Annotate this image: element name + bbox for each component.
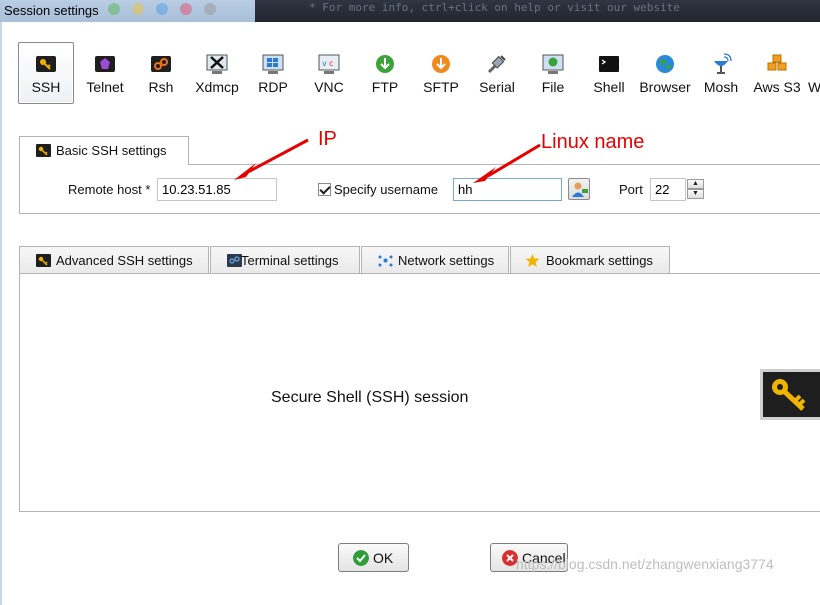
svg-text:c: c: [329, 59, 333, 68]
protocol-label: File: [541, 79, 565, 95]
shell-icon: [599, 56, 619, 72]
protocol-label: Shell: [593, 79, 625, 95]
protocol-mosh-button[interactable]: Mosh: [693, 42, 749, 104]
tab-label: Bookmark settings: [546, 253, 653, 268]
protocol-ssh-button[interactable]: SSH: [18, 42, 74, 104]
port-spinner[interactable]: ▲ ▼: [687, 179, 704, 200]
protocol-wsl-button[interactable]: W: [805, 42, 820, 104]
protocol-label: SFTP: [423, 79, 459, 95]
protocol-aws-s3-button[interactable]: Aws S3: [749, 42, 805, 104]
protocol-xdmcp-button[interactable]: Xdmcp: [189, 42, 245, 104]
key-icon: [36, 254, 51, 267]
protocol-shell-button[interactable]: Shell: [581, 42, 637, 104]
tab-label: Basic SSH settings: [56, 143, 167, 158]
title-bar: Session settings * For more info, ctrl+c…: [0, 0, 820, 22]
session-description: Secure Shell (SSH) session: [271, 389, 469, 406]
background-terminal-text: * For more info, ctrl+click on help or v…: [309, 1, 680, 14]
protocol-label: Mosh: [703, 79, 739, 95]
rdp-icon: [262, 54, 284, 74]
session-type-tile: [760, 369, 820, 420]
browser-icon: [656, 55, 674, 73]
terminal-icon: [227, 254, 242, 267]
star-icon: [525, 254, 540, 267]
background-terminal: * For more info, ctrl+click on help or v…: [255, 0, 820, 22]
rsh-icon: [151, 56, 171, 72]
user-icon: [572, 182, 588, 197]
protocol-label: Xdmcp: [195, 79, 239, 95]
protocol-browser-button[interactable]: Browser: [637, 42, 693, 104]
protocol-label: FTP: [371, 79, 399, 95]
tab-network-settings[interactable]: Network settings: [361, 246, 509, 274]
sftp-icon: [432, 55, 450, 73]
port-decrement-button[interactable]: ▼: [687, 189, 704, 199]
protocol-label: Aws S3: [753, 79, 801, 95]
protocol-rsh-button[interactable]: Rsh: [133, 42, 189, 104]
ok-label: OK: [373, 550, 394, 566]
tab-advanced-ssh-settings[interactable]: Advanced SSH settings: [19, 246, 209, 274]
check-icon: [353, 550, 369, 566]
key-icon: [36, 56, 56, 72]
protocol-label: W: [808, 79, 820, 95]
window-title: Session settings: [4, 3, 99, 18]
telnet-icon: [95, 56, 115, 72]
remote-host-input[interactable]: 10.23.51.85: [157, 178, 277, 201]
tab-label: Terminal settings: [241, 253, 339, 268]
title-bar-controls: [108, 3, 228, 18]
protocol-label: RDP: [258, 79, 288, 95]
protocol-label: SSH: [31, 79, 61, 95]
basic-settings-panel: Remote host * 10.23.51.85 Specify userna…: [19, 164, 820, 214]
protocol-file-button[interactable]: File: [525, 42, 581, 104]
tab-bookmark-settings[interactable]: Bookmark settings: [510, 246, 670, 274]
protocol-serial-button[interactable]: Serial: [469, 42, 525, 104]
watermark: https://blog.csdn.net/zhangwenxiang3774: [516, 556, 774, 572]
serial-icon: [487, 55, 506, 74]
xdmcp-icon: [206, 54, 228, 74]
port-increment-button[interactable]: ▲: [687, 179, 704, 189]
port-label: Port: [619, 182, 643, 197]
session-settings-dialog: SSH Telnet Rsh Xdmcp RDP v c VNC FTP SFT…: [2, 22, 820, 605]
protocol-label: Browser: [639, 79, 691, 95]
mosh-icon: [714, 53, 732, 74]
key-icon: [772, 379, 806, 411]
tab-label: Network settings: [398, 253, 495, 268]
file-icon: [542, 54, 564, 74]
vnc-icon: v c: [318, 54, 340, 74]
protocol-sftp-button[interactable]: SFTP: [413, 42, 469, 104]
tab-basic-ssh-settings[interactable]: Basic SSH settings: [19, 136, 189, 165]
remote-host-label: Remote host *: [68, 182, 151, 197]
tab-terminal-settings[interactable]: Terminal settings: [210, 246, 360, 274]
ftp-icon: [376, 55, 394, 73]
settings-tabs: Advanced SSH settings Terminal settings …: [19, 246, 820, 274]
ok-button[interactable]: OK: [338, 543, 409, 572]
svg-text:v: v: [322, 59, 327, 68]
protocol-rdp-button[interactable]: RDP: [245, 42, 301, 104]
protocol-telnet-button[interactable]: Telnet: [77, 42, 133, 104]
protocol-toolbar: SSH Telnet Rsh Xdmcp RDP v c VNC FTP SFT…: [18, 42, 820, 106]
username-input[interactable]: hh: [453, 178, 562, 201]
specify-username-checkbox[interactable]: [318, 183, 331, 196]
protocol-label: VNC: [314, 79, 344, 95]
protocol-label: Serial: [479, 79, 515, 95]
aws-s3-icon: [767, 54, 787, 71]
key-icon: [36, 144, 51, 157]
protocol-label: Telnet: [86, 79, 124, 95]
annotation-linux-name: Linux name: [541, 131, 645, 153]
annotation-ip: IP: [318, 128, 337, 150]
specify-username-label: Specify username: [334, 182, 439, 197]
session-content-panel: Secure Shell (SSH) session: [19, 273, 820, 512]
tab-label: Advanced SSH settings: [56, 253, 193, 268]
user-picker-button[interactable]: [568, 178, 590, 200]
protocol-vnc-button[interactable]: v c VNC: [301, 42, 357, 104]
port-input[interactable]: 22: [650, 178, 686, 201]
protocol-ftp-button[interactable]: FTP: [357, 42, 413, 104]
network-icon: [378, 255, 393, 267]
protocol-label: Rsh: [148, 79, 174, 95]
